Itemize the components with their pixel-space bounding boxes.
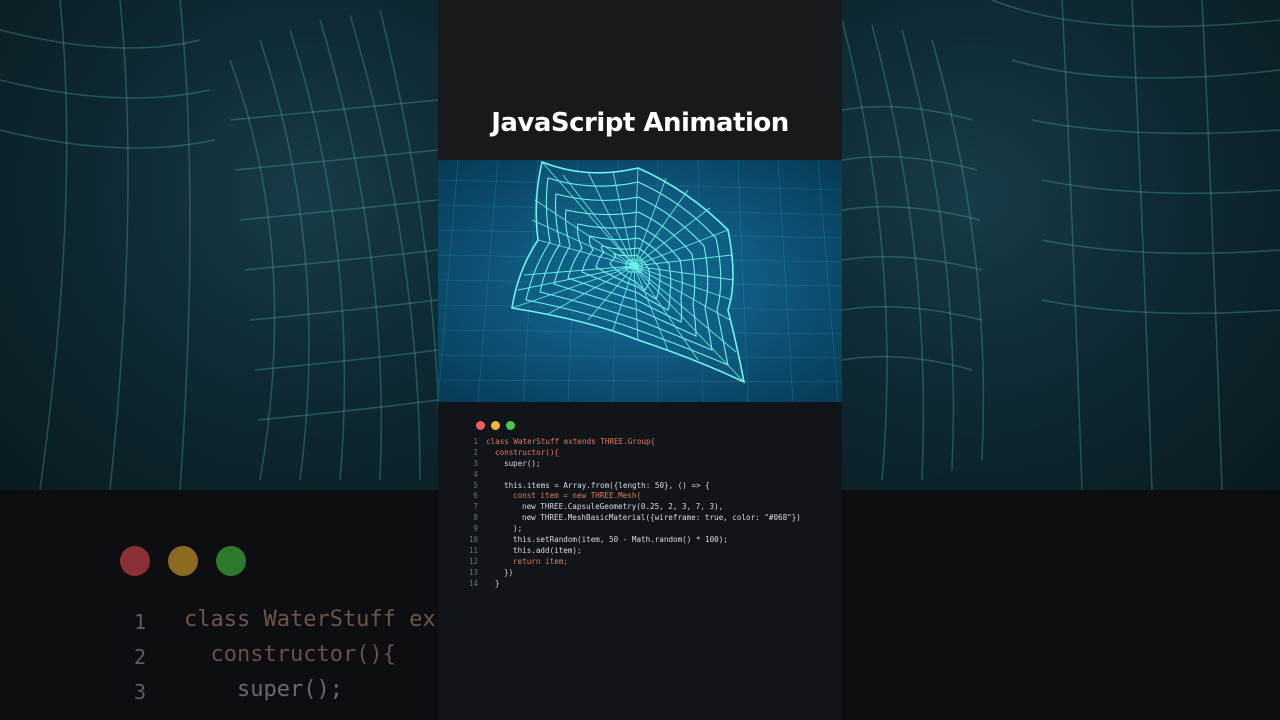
- line-number: 7: [473, 502, 478, 512]
- code-line: 14}: [462, 579, 801, 590]
- line-number: 4: [473, 469, 478, 479]
- code-line: 9);: [462, 524, 801, 535]
- wireframe-scene: [438, 160, 842, 402]
- line-number: 5: [473, 480, 478, 490]
- code-line: 5 this.items = Array.from({length: 50}, (…: [462, 481, 801, 492]
- code-text: const item = new THREE.Mesh(: [513, 491, 642, 501]
- code-text: class WaterStuff extends THREE.Group{: [486, 437, 656, 446]
- code-line: 8 new THREE.MeshBasicMaterial({wireframe:…: [462, 513, 801, 524]
- code-editor: 1 class WaterStuff extends THREE.Group{ 2…: [438, 402, 842, 720]
- line-number: 13: [468, 567, 478, 577]
- bg-yellow-dot: [168, 546, 198, 576]
- code-text: this.setRandom(item, 50 - Math.random() …: [513, 535, 728, 545]
- code-text: this.items = Array.from({length: 50}, ()…: [504, 480, 710, 490]
- line-number: 14: [468, 578, 478, 588]
- bg-code-line: super();: [184, 677, 343, 702]
- code-line: 11 this.add(item);: [462, 546, 801, 557]
- wireframe-mesh-illustration: [438, 160, 842, 402]
- line-number: 6: [473, 491, 478, 501]
- code-line: 7 new THREE.CapsuleGeometry(0.25, 2, 3, 7…: [462, 502, 801, 513]
- bg-line-number: 3: [134, 680, 147, 704]
- window-close-dot[interactable]: [476, 421, 485, 430]
- code-line: 13}): [462, 568, 801, 579]
- line-number: 1: [473, 437, 478, 446]
- code-text: new THREE.MeshBasicMaterial({wireframe: …: [522, 513, 801, 523]
- background-mesh: [842, 0, 1280, 490]
- code-line: 4: [462, 470, 801, 481]
- line-number: 12: [468, 556, 478, 566]
- line-number: 9: [473, 524, 478, 534]
- code-line: 1 class WaterStuff extends THREE.Group{: [462, 437, 801, 448]
- code-text: new THREE.CapsuleGeometry(0.25, 2, 3, 7,…: [522, 502, 724, 512]
- code-text: );: [513, 524, 523, 534]
- bg-line-number: 1: [134, 610, 147, 634]
- code-line: 3 super();: [462, 459, 801, 470]
- line-number: 3: [473, 458, 478, 468]
- bg-code-line: constructor(){: [184, 642, 396, 667]
- page-title: JavaScript Animation: [491, 108, 789, 138]
- background-code-blur: 1 class WaterStuff ex 2 constructor(){ 3…: [0, 490, 438, 720]
- code-line: 6 const item = new THREE.Mesh(: [462, 491, 801, 502]
- bg-line-number: 2: [134, 645, 147, 669]
- code-text: super();: [504, 458, 541, 468]
- bg-red-dot: [120, 546, 150, 576]
- code-text: }: [495, 578, 500, 588]
- window-minimize-dot[interactable]: [491, 421, 500, 430]
- bg-code-line: class WaterStuff ex: [184, 607, 436, 632]
- line-number: 10: [468, 535, 478, 545]
- code-text: this.add(item);: [513, 545, 582, 555]
- code-line: 2 constructor(){: [462, 448, 801, 459]
- background-left: 1 class WaterStuff ex 2 constructor(){ 3…: [0, 0, 438, 720]
- bg-green-dot: [216, 546, 246, 576]
- background-code-blur: [842, 490, 1280, 720]
- line-number: 11: [468, 545, 478, 555]
- window-maximize-dot[interactable]: [506, 421, 515, 430]
- video-panel: JavaScript Animation 1 class WaterStuff …: [438, 0, 842, 720]
- background-mesh: [0, 0, 438, 490]
- code-text: return item;: [513, 556, 568, 566]
- line-number: 2: [473, 447, 478, 457]
- code-text: constructor(){: [495, 447, 560, 457]
- code-text: }): [504, 567, 514, 577]
- line-number: 8: [473, 513, 478, 523]
- code-line: 10 this.setRandom(item, 50 - Math.random(…: [462, 535, 801, 546]
- code-block: 1 class WaterStuff extends THREE.Group{ 2…: [462, 437, 801, 589]
- code-line: 12 return item;: [462, 557, 801, 568]
- background-right: [842, 0, 1280, 720]
